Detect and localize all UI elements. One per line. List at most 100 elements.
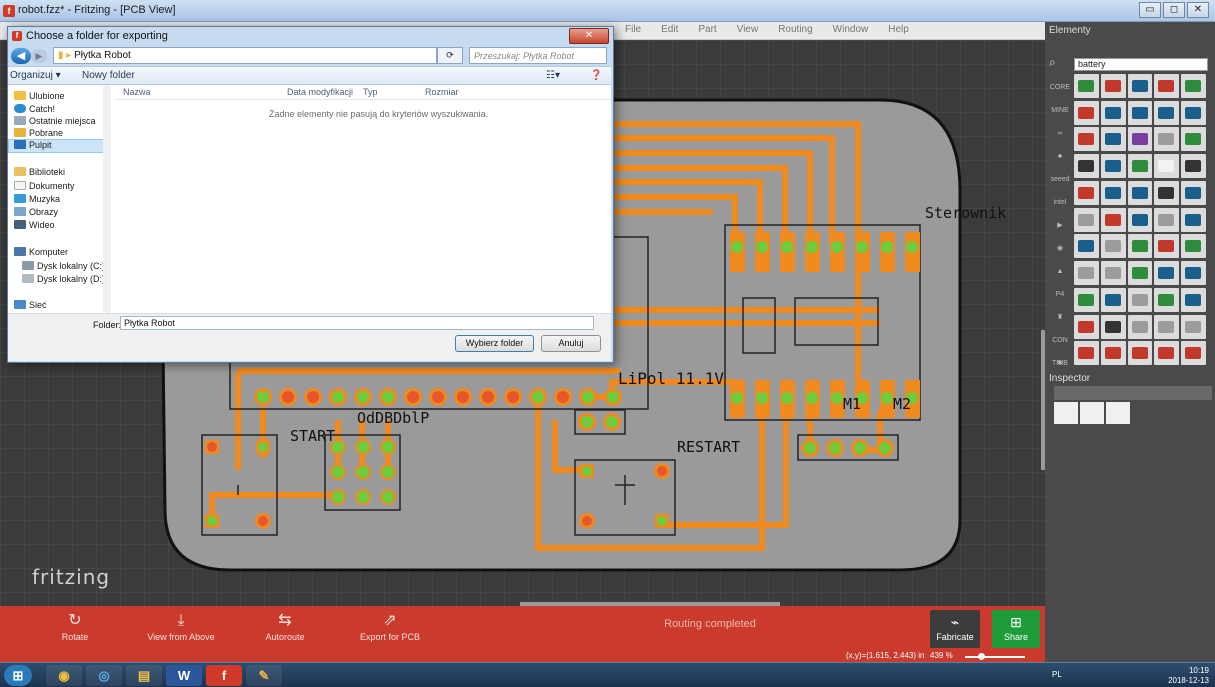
bin-tab[interactable]: intel: [1049, 191, 1071, 214]
part-tile[interactable]: [1074, 180, 1099, 205]
language-indicator[interactable]: PL: [1052, 670, 1062, 679]
close-window-button[interactable]: ✕: [1187, 2, 1209, 18]
part-tile[interactable]: [1154, 127, 1180, 152]
part-tile[interactable]: [1154, 287, 1180, 312]
zoom-slider-handle[interactable]: [978, 653, 985, 660]
export-for-pcb-button[interactable]: ⇗ Export for PCB: [345, 606, 435, 652]
folder-name-input[interactable]: Płytka Robot: [120, 316, 594, 330]
nav-downloads[interactable]: Pobrane: [14, 128, 63, 138]
nav-music[interactable]: Muzyka: [14, 194, 60, 204]
part-tile[interactable]: [1127, 100, 1153, 125]
part-tile[interactable]: [1100, 234, 1126, 259]
menu-item[interactable]: Help: [878, 22, 919, 37]
search-icon[interactable]: ⌕: [1049, 55, 1056, 70]
view-options-icon[interactable]: ☷▾: [546, 70, 560, 81]
paint-taskbar-icon[interactable]: ✎: [246, 665, 282, 686]
part-tile[interactable]: [1181, 234, 1206, 259]
part-tile[interactable]: [1181, 207, 1206, 232]
part-tile[interactable]: [1127, 341, 1153, 366]
part-tile[interactable]: [1074, 234, 1099, 259]
part-tile[interactable]: [1074, 100, 1099, 125]
part-tile[interactable]: [1100, 341, 1126, 366]
nav-computer[interactable]: Komputer: [14, 247, 68, 257]
part-tile[interactable]: [1154, 100, 1180, 125]
back-arrow-icon[interactable]: ◀: [11, 48, 31, 64]
refresh-button[interactable]: ⟳: [437, 47, 463, 64]
dialog-search-input[interactable]: Przeszukaj: Płytka Robot: [469, 47, 607, 64]
chrome-taskbar-icon[interactable]: ◉: [46, 665, 82, 686]
nav-video[interactable]: Wideo: [14, 220, 55, 230]
address-bar[interactable]: ▮ ▸ Płytka Robot: [53, 47, 437, 64]
dialog-close-button[interactable]: ✕: [569, 28, 609, 44]
part-tile[interactable]: [1181, 261, 1206, 286]
fabricate-button[interactable]: ⌁ Fabricate: [930, 610, 980, 648]
bin-tab[interactable]: P4: [1049, 283, 1071, 306]
part-tile[interactable]: [1100, 127, 1126, 152]
fritzing-taskbar-icon[interactable]: f: [206, 665, 242, 686]
part-tile[interactable]: [1100, 154, 1126, 179]
bin-tab[interactable]: ♜: [1049, 306, 1071, 329]
bin-tab[interactable]: ▶: [1049, 214, 1071, 237]
menu-item[interactable]: File: [615, 22, 651, 37]
part-tile[interactable]: [1154, 207, 1180, 232]
part-tile[interactable]: [1127, 287, 1153, 312]
part-tile[interactable]: [1127, 180, 1153, 205]
nav-scrollbar[interactable]: [103, 86, 111, 312]
part-tile[interactable]: [1127, 127, 1153, 152]
column-type[interactable]: Typ: [363, 87, 378, 97]
part-tile[interactable]: [1074, 127, 1099, 152]
part-tile[interactable]: [1181, 314, 1206, 339]
part-tile[interactable]: [1154, 154, 1180, 179]
part-tile[interactable]: [1154, 314, 1180, 339]
part-tile[interactable]: [1100, 180, 1126, 205]
nav-libraries[interactable]: Biblioteki: [14, 167, 65, 177]
part-tile[interactable]: [1074, 74, 1099, 98]
organize-button[interactable]: Organizuj ▾: [10, 70, 61, 81]
part-tile[interactable]: [1181, 180, 1206, 205]
nav-pictures[interactable]: Obrazy: [14, 207, 58, 217]
cancel-button[interactable]: Anuluj: [541, 335, 601, 352]
part-tile[interactable]: [1127, 234, 1153, 259]
explorer-taskbar-icon[interactable]: ▤: [126, 665, 162, 686]
part-tile[interactable]: [1181, 154, 1206, 179]
word-taskbar-icon[interactable]: W: [166, 665, 202, 686]
bin-tab[interactable]: ♣: [1049, 145, 1071, 168]
column-size[interactable]: Rozmiar: [425, 87, 459, 97]
bin-tab[interactable]: CORE: [1049, 76, 1071, 99]
part-tile[interactable]: [1181, 341, 1206, 366]
part-tile[interactable]: [1181, 74, 1206, 98]
part-tile[interactable]: [1074, 207, 1099, 232]
part-tile[interactable]: [1100, 261, 1126, 286]
part-tile[interactable]: [1127, 74, 1153, 98]
part-tile[interactable]: [1154, 341, 1180, 366]
view-from-above-button[interactable]: ⤓ View from Above: [136, 606, 226, 652]
part-tile[interactable]: [1100, 287, 1126, 312]
bin-tab[interactable]: MINE: [1049, 99, 1071, 122]
system-clock[interactable]: 10:19 2018-12-13: [1168, 666, 1209, 685]
part-tile[interactable]: [1074, 341, 1099, 366]
bin-tab[interactable]: CON TRIB: [1049, 329, 1071, 367]
part-tile[interactable]: [1074, 287, 1099, 312]
part-tile[interactable]: [1154, 180, 1180, 205]
menu-item[interactable]: Part: [688, 22, 726, 37]
bin-tab[interactable]: ∞: [1049, 122, 1071, 145]
nav-desktop[interactable]: Pulpit: [14, 140, 52, 150]
part-tile[interactable]: [1127, 314, 1153, 339]
part-tile[interactable]: [1127, 207, 1153, 232]
part-tile[interactable]: [1181, 127, 1206, 152]
new-folder-button[interactable]: Nowy folder: [82, 70, 135, 81]
column-name[interactable]: Nazwa: [123, 87, 151, 97]
part-tile[interactable]: [1100, 207, 1126, 232]
bin-tab[interactable]: ▲: [1049, 260, 1071, 283]
part-tile[interactable]: [1100, 100, 1126, 125]
part-tile[interactable]: [1074, 261, 1099, 286]
part-tile[interactable]: [1181, 100, 1206, 125]
column-date[interactable]: Data modyfikacji: [287, 87, 353, 97]
nav-network[interactable]: Sieć: [14, 300, 47, 310]
minimize-button[interactable]: ▭: [1139, 2, 1161, 18]
menu-item[interactable]: Edit: [651, 22, 688, 37]
forward-arrow-icon[interactable]: ▶: [31, 49, 47, 63]
part-tile[interactable]: [1074, 154, 1099, 179]
browser-taskbar-icon[interactable]: ◎: [86, 665, 122, 686]
part-tile[interactable]: [1127, 154, 1153, 179]
